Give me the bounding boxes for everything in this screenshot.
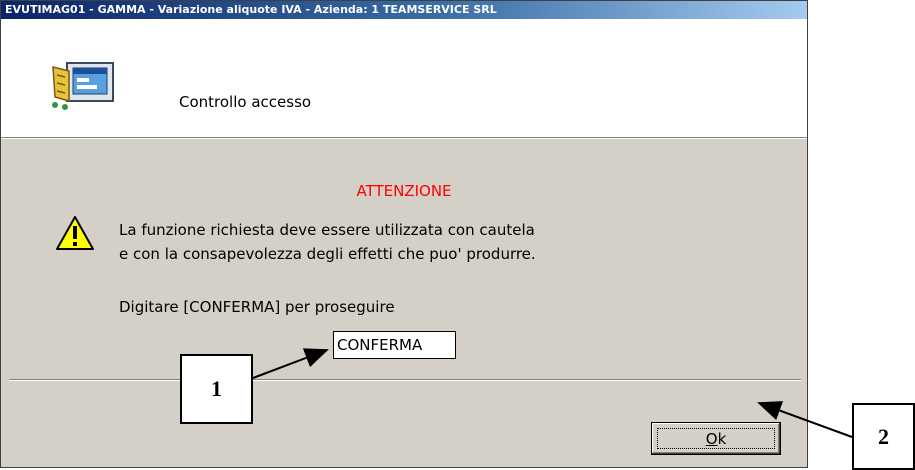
- header-divider: [1, 137, 807, 139]
- window-title: EVUTIMAG01 - GAMMA - Variazione aliquote…: [5, 3, 497, 16]
- callout-1: 1: [180, 354, 253, 424]
- ok-label-rest: k: [717, 429, 727, 448]
- dialog-window: EVUTIMAG01 - GAMMA - Variazione aliquote…: [0, 0, 808, 468]
- message-line-1: La funzione richiesta deve essere utiliz…: [119, 221, 535, 239]
- warning-icon: [56, 216, 94, 250]
- footer-divider: [9, 379, 801, 381]
- control-panel-icon: [52, 62, 114, 110]
- title-bar[interactable]: EVUTIMAG01 - GAMMA - Variazione aliquote…: [1, 1, 807, 19]
- callout-2: 2: [852, 403, 915, 470]
- confirm-prompt: Digitare [CONFERMA] per proseguire: [119, 298, 395, 316]
- ok-button[interactable]: Ok: [651, 422, 781, 455]
- header-band: [1, 19, 807, 137]
- ok-focus-rect: Ok: [657, 428, 775, 449]
- callout-1-label: 1: [211, 376, 222, 401]
- callout-2-label: 2: [878, 423, 889, 449]
- header-title: Controllo accesso: [179, 93, 312, 111]
- message-line-2: e con la consapevolezza degli effetti ch…: [119, 245, 536, 263]
- attention-label: ATTENZIONE: [356, 182, 452, 200]
- ok-mnemonic: O: [705, 429, 718, 448]
- confirm-input[interactable]: [333, 331, 456, 359]
